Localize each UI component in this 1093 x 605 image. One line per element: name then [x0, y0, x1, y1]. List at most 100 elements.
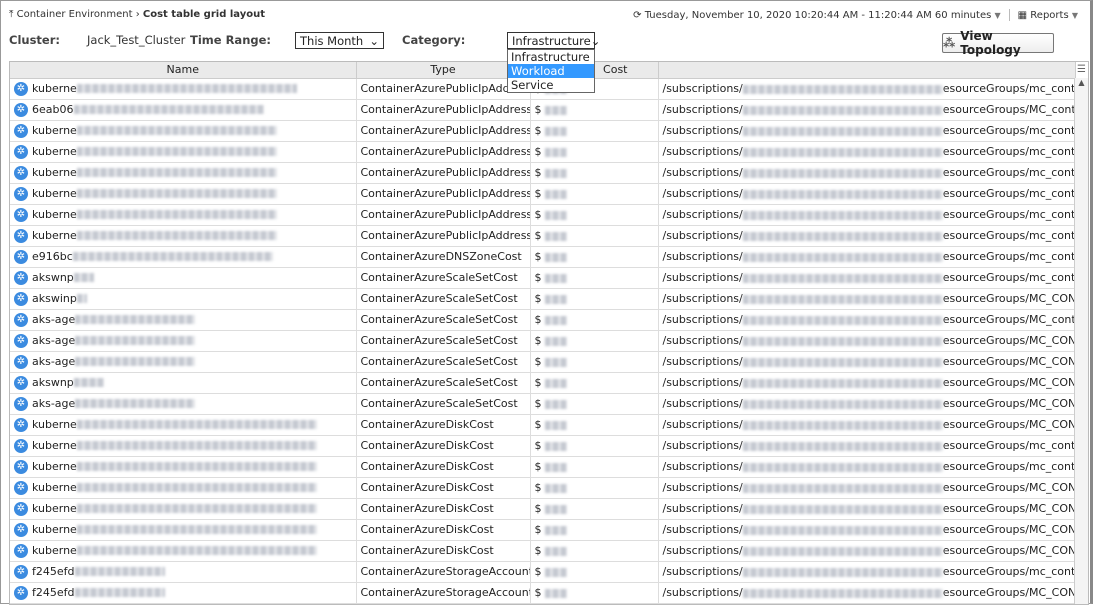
column-menu-icon[interactable]: ☰: [1077, 64, 1086, 75]
resource-name: kuberne: [32, 417, 77, 431]
kubernetes-icon: ✲: [14, 228, 28, 243]
name-cell: ✲ f245efd: [10, 561, 357, 583]
path-cell: /subscriptions/esourceGroups/mc_containe…: [658, 78, 1076, 100]
table-row[interactable]: ✲ kuberne ContainerAzureDiskCost $ /subsc…: [10, 540, 1076, 562]
name-cell: ✲ aks-age: [10, 351, 357, 373]
cost-cell: $: [530, 99, 659, 121]
table-row[interactable]: ✲ aks-age ContainerAzureScaleSetCost $ /s…: [10, 309, 1076, 331]
redacted-text: [76, 441, 317, 450]
reports-menu[interactable]: ▦ Reports ▼: [1018, 10, 1078, 21]
table-row[interactable]: ✲ f245efd ContainerAzureStorageAccountCos…: [10, 582, 1076, 604]
type-cell: ContainerAzureDiskCost: [356, 498, 531, 520]
table-row[interactable]: ✲ kuberne ContainerAzureDiskCost $ /subsc…: [10, 498, 1076, 520]
table-row[interactable]: ✲ kuberne ContainerAzurePublicIpAddressCo…: [10, 162, 1076, 184]
redacted-text: [75, 315, 196, 324]
name-cell: ✲ kuberne: [10, 456, 357, 478]
breadcrumb-parent[interactable]: Container Environment: [17, 9, 133, 20]
redacted-text: [76, 525, 317, 534]
time-range-select[interactable]: This Month ⌄: [295, 32, 384, 49]
path-cell: /subscriptions/esourceGroups/MC_CONTAINI: [658, 288, 1076, 310]
path-cell: /subscriptions/esourceGroups/MC_CONTAINI: [658, 330, 1076, 352]
kubernetes-icon: ✲: [14, 81, 28, 96]
table-row[interactable]: ✲ kuberne ContainerAzurePublicIpAddressCo…: [10, 183, 1076, 205]
redacted-cost: [545, 462, 567, 472]
table-row[interactable]: ✲ aks-age ContainerAzureScaleSetCost $ /s…: [10, 351, 1076, 373]
resource-name: aks-age: [32, 312, 76, 326]
option-service[interactable]: Service: [508, 78, 594, 92]
path-suffix: esourceGroups/MC_CONTAINI: [942, 481, 1074, 494]
table-row[interactable]: ✲ f245efd ContainerAzureStorageAccountCos…: [10, 561, 1076, 583]
table-row[interactable]: ✲ e916bc ContainerAzureDNSZoneCost $ /sub…: [10, 246, 1076, 268]
cost-cell: $: [530, 393, 659, 415]
table-row[interactable]: ✲ kuberne ContainerAzurePublicIpAddressCo…: [10, 141, 1076, 163]
type-cell: ContainerAzureScaleSetCost: [356, 288, 531, 310]
view-topology-button[interactable]: ⁂ View Topology: [942, 29, 1054, 57]
redacted-cost: [545, 252, 567, 262]
path-suffix: esourceGroups/MC_containera: [942, 313, 1074, 326]
table-row[interactable]: ✲ kuberne ContainerAzureDiskCost $ /subsc…: [10, 519, 1076, 541]
table-row[interactable]: ✲ aks-age ContainerAzureScaleSetCost $ /s…: [10, 393, 1076, 415]
redacted-text: [72, 252, 273, 261]
table-row[interactable]: ✲ kuberne ContainerAzurePublicIpAddressCo…: [10, 204, 1076, 226]
column-header-type[interactable]: Type: [356, 62, 531, 79]
path-prefix: /subscriptions/: [662, 103, 743, 116]
scroll-up-icon[interactable]: ▲: [1075, 78, 1088, 87]
table-row[interactable]: ✲ akswnp ContainerAzureScaleSetCost $ /su…: [10, 267, 1076, 289]
name-cell: ✲ aks-age: [10, 330, 357, 352]
cost-cell: $: [530, 582, 659, 604]
option-infrastructure[interactable]: Infrastructure: [508, 50, 594, 64]
redacted-text: [76, 294, 87, 303]
resource-name: kuberne: [32, 459, 77, 473]
name-cell: ✲ kuberne: [10, 120, 357, 142]
kubernetes-icon: ✲: [14, 186, 28, 201]
redacted-cost: [545, 567, 567, 577]
back-icon[interactable]: ⤒: [9, 9, 13, 20]
table-row[interactable]: ✲ kuberne ContainerAzureDiskCost $ /subsc…: [10, 435, 1076, 457]
kubernetes-icon: ✲: [14, 291, 28, 306]
path-suffix: esourceGroups/mc_containera: [942, 439, 1075, 452]
category-label: Category:: [402, 33, 466, 47]
redacted-text: [74, 588, 165, 597]
path-prefix: /subscriptions/: [662, 439, 743, 452]
column-header-name[interactable]: Name: [10, 62, 357, 79]
category-select[interactable]: Infrastructure ⌄: [507, 32, 600, 49]
type-cell: ContainerAzurePublicIpAddressCost: [356, 99, 531, 121]
redacted-text: [742, 588, 943, 598]
type-cell: ContainerAzurePublicIpAddressCost: [356, 183, 531, 205]
redacted-cost: [545, 189, 567, 199]
type-cell: ContainerAzureDiskCost: [356, 456, 531, 478]
table-row[interactable]: ✲ aks-age ContainerAzureScaleSetCost $ /s…: [10, 330, 1076, 352]
table-row[interactable]: ✲ kuberne ContainerAzurePublicIpAddressCo…: [10, 120, 1076, 142]
table-row[interactable]: ✲ kuberne ContainerAzurePublicIpAddressCo…: [10, 225, 1076, 247]
type-cell: ContainerAzurePublicIpAddressCost: [356, 120, 531, 142]
redacted-text: [73, 378, 104, 387]
column-header-path[interactable]: [658, 62, 1076, 79]
redacted-text: [75, 357, 196, 366]
kubernetes-icon: ✲: [14, 480, 28, 495]
cluster-value: Jack_Test_Cluster: [87, 33, 186, 47]
kubernetes-icon: ✲: [14, 585, 28, 600]
table-row[interactable]: ✲ akswnp ContainerAzureScaleSetCost $ /su…: [10, 372, 1076, 394]
name-cell: ✲ kuberne: [10, 540, 357, 562]
path-suffix: esourceGroups/MC_CONTAINI: [942, 586, 1074, 599]
path-cell: /subscriptions/esourceGroups/mc_containe…: [658, 162, 1076, 184]
path-prefix: /subscriptions/: [662, 481, 743, 494]
kubernetes-icon: ✲: [14, 354, 28, 369]
time-range-selector[interactable]: ⟳ Tuesday, November 10, 2020 10:20:44 AM…: [633, 10, 1001, 21]
cost-cell: $: [530, 309, 659, 331]
option-workload[interactable]: Workload: [508, 64, 594, 78]
table-row[interactable]: ✲ kuberne ContainerAzureDiskCost $ /subsc…: [10, 477, 1076, 499]
table-row[interactable]: ✲ kuberne ContainerAzureDiskCost $ /subsc…: [10, 456, 1076, 478]
redacted-text: [742, 357, 943, 367]
redacted-cost: [545, 588, 567, 598]
path-suffix: esourceGroups/mc_containera: [942, 271, 1075, 284]
vertical-scrollbar[interactable]: ▲: [1074, 78, 1088, 604]
table-row[interactable]: ✲ 6eab06 ContainerAzurePublicIpAddressCos…: [10, 99, 1076, 121]
table-row[interactable]: ✲ kuberne ContainerAzureDiskCost $ /subsc…: [10, 414, 1076, 436]
cost-cell: $: [530, 456, 659, 478]
table-row[interactable]: ✲ akswinp ContainerAzureScaleSetCost $ /s…: [10, 288, 1076, 310]
cost-cell: $: [530, 477, 659, 499]
type-cell: ContainerAzurePublicIpAddressCost: [356, 78, 531, 100]
cost-cell: $: [530, 120, 659, 142]
name-cell: ✲ kuberne: [10, 477, 357, 499]
